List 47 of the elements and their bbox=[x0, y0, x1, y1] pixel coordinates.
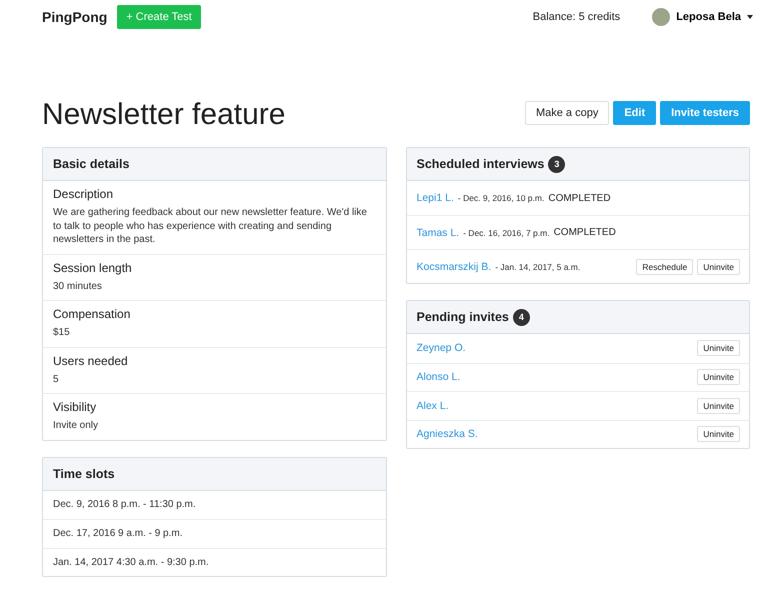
secondary-button[interactable]: Make a copy bbox=[524, 100, 610, 124]
field-label: Users needed bbox=[53, 354, 129, 368]
panel-title: Scheduled interviews bbox=[416, 157, 544, 171]
action-button[interactable]: Uninvite bbox=[697, 258, 740, 274]
interview-time: - Dec. 9, 2016, 10 p.m. bbox=[458, 193, 544, 203]
field-value: 5 bbox=[53, 372, 60, 386]
interview-time: - Dec. 16, 2016, 7 p.m. bbox=[463, 228, 550, 238]
time-slot: Dec. 17, 2016 9 a.m. - 9 p.m. bbox=[43, 519, 386, 548]
tester-link[interactable]: Lepi1 L. bbox=[416, 192, 454, 204]
count-badge: 4 bbox=[512, 308, 530, 326]
panel-title: Pending invites bbox=[416, 310, 509, 324]
field-label: Compensation bbox=[53, 307, 132, 321]
panel-title: Basic details bbox=[53, 157, 130, 171]
avatar-icon bbox=[652, 8, 670, 26]
count-badge: 3 bbox=[548, 156, 566, 172]
tester-link[interactable]: Tamas L. bbox=[416, 226, 460, 238]
create-test-button[interactable]: + Create Test bbox=[117, 5, 201, 29]
time-slot: Jan. 14, 2017 4:30 a.m. - 9:30 p.m. bbox=[43, 548, 386, 576]
primary-button[interactable]: Edit bbox=[613, 100, 656, 124]
tester-link[interactable]: Alex L. bbox=[416, 400, 449, 412]
field-label: Description bbox=[53, 187, 114, 201]
brand-logo: PingPong bbox=[42, 9, 108, 25]
time-slot: Dec. 9, 2016 8 p.m. - 11:30 p.m. bbox=[43, 490, 386, 519]
interview-status: COMPLETED bbox=[554, 227, 616, 238]
tester-link[interactable]: Zeynep O. bbox=[416, 342, 466, 354]
field-value: We are gathering feedback about our new newsletter feature. We'd like to talk to people who has experience with creating and sending newsletters in the past. bbox=[53, 206, 368, 246]
interview-status: COMPLETED bbox=[548, 192, 611, 204]
field-label: Visibility bbox=[53, 400, 98, 414]
uninvite-button[interactable]: Uninvite bbox=[697, 369, 740, 386]
action-button[interactable]: Reschedule bbox=[636, 258, 694, 274]
tester-link[interactable]: Kocsmarszkij B. bbox=[416, 260, 492, 272]
panel-title: Time slots bbox=[53, 466, 115, 480]
field-value: Invite only bbox=[53, 419, 100, 432]
caret-icon bbox=[747, 15, 753, 19]
page-title: Newsletter feature bbox=[42, 96, 286, 132]
balance-text: Balance: 5 credits bbox=[532, 11, 620, 23]
field-label: Session length bbox=[53, 260, 133, 274]
primary-button[interactable]: Invite testers bbox=[660, 100, 750, 124]
tester-link[interactable]: Agnieszka S. bbox=[416, 428, 478, 440]
user-menu[interactable]: Leposa Bela bbox=[652, 8, 753, 26]
uninvite-button[interactable]: Uninvite bbox=[697, 426, 740, 442]
field-value: 30 minutes bbox=[53, 280, 103, 293]
uninvite-button[interactable]: Uninvite bbox=[697, 340, 740, 356]
field-value: $15 bbox=[53, 326, 71, 340]
uninvite-button[interactable]: Uninvite bbox=[697, 398, 740, 414]
tester-link[interactable]: Alonso L. bbox=[416, 371, 460, 384]
interview-time: - Jan. 14, 2017, 5 a.m. bbox=[495, 262, 580, 272]
